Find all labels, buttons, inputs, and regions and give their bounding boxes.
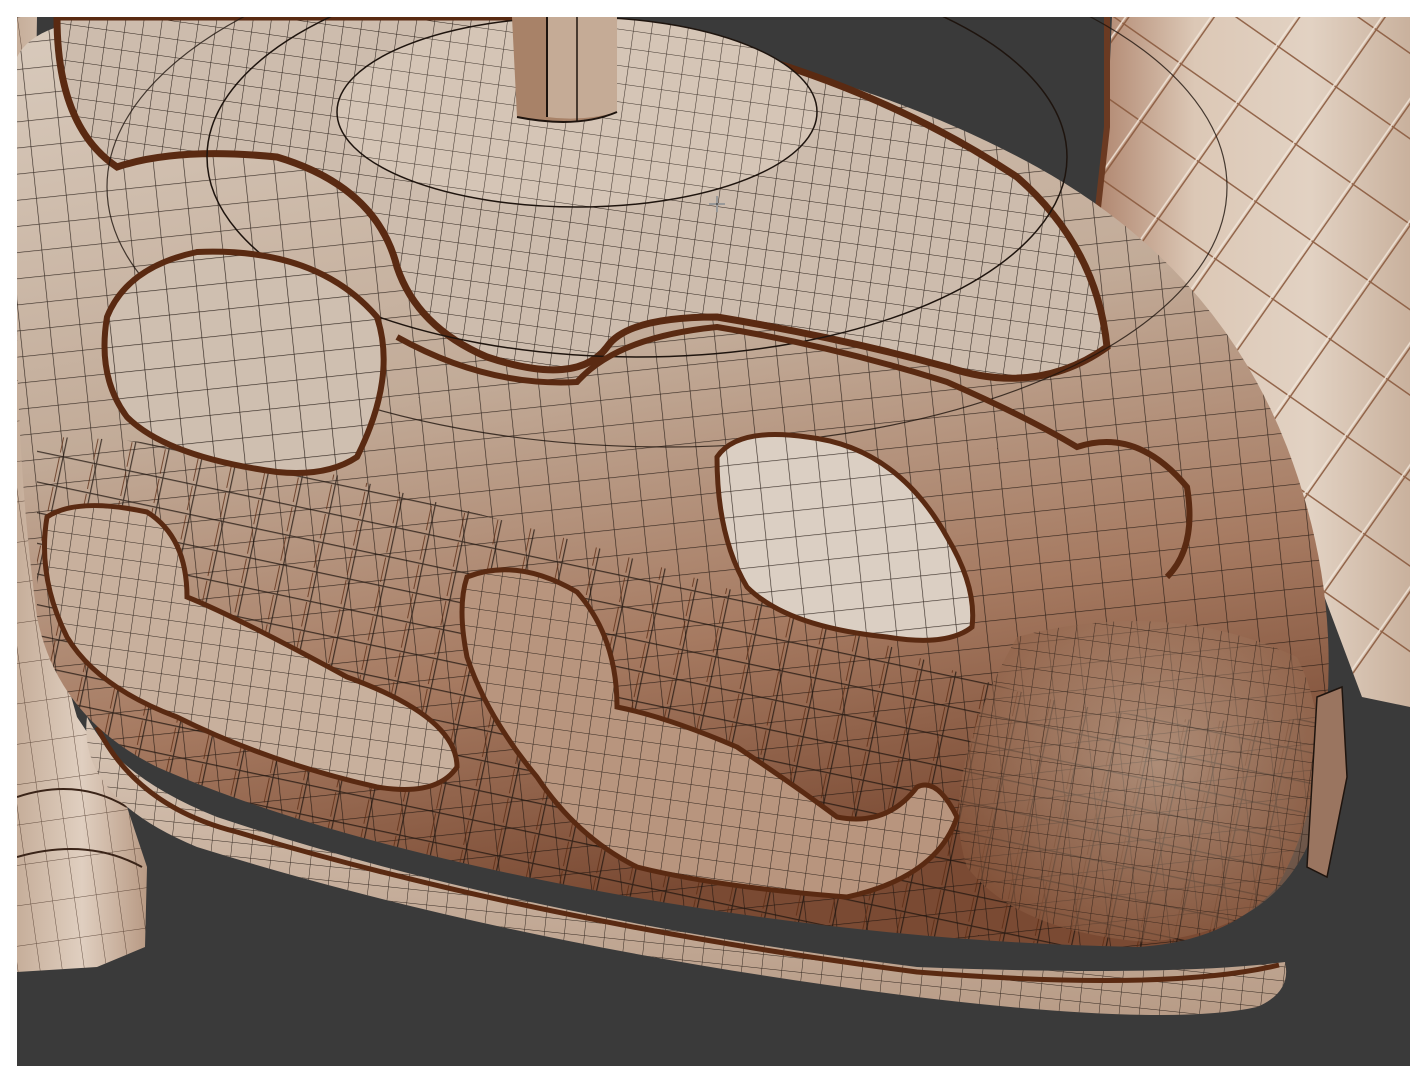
viewport-scene (17, 17, 1410, 1066)
3d-viewport[interactable] (17, 17, 1410, 1066)
top-post-mesh (512, 17, 618, 123)
app-frame (0, 0, 1425, 1080)
